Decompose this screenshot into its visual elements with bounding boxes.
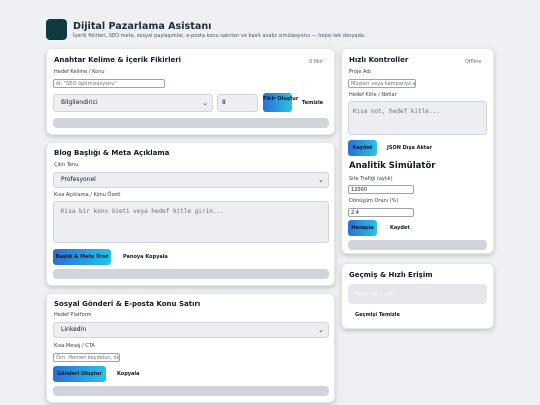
app-logo [46,19,67,40]
keyword-ideas-card: Anahtar Kelime & İçerik Fikirleri 0 fiki… [46,48,335,135]
goal-select[interactable]: Bilgilendirici ⌄ [53,94,213,112]
notes-textarea[interactable]: Kısa not, hedef kitle... [348,101,487,135]
chevron-down-icon: ⌄ [318,326,324,334]
copy-post-button[interactable]: Kopyala [117,371,140,377]
blog-meta-card: Blog Başlığı & Meta Açıklama Çıktı Tonu … [46,142,335,286]
social-output [53,386,329,396]
analytics-output [348,240,487,250]
clear-ideas-button[interactable]: Temizle [302,100,323,106]
topic-label: Hedef Kelime / Konu [54,69,105,75]
save-project-button[interactable]: Kaydet [348,140,377,156]
project-name-input[interactable]: Müşteri veya kampanya a [348,79,416,88]
history-empty-text: Henüz kayıt yok [353,291,394,297]
cta-input[interactable]: Örn. Hemen kaydolun, ilk [53,353,120,362]
clear-history-button[interactable]: Geçmişi Temizle [355,312,400,318]
cta-label: Kısa Mesaj / CTA [54,343,95,349]
copy-to-clipboard-button[interactable]: Panoya Kopyala [123,254,168,260]
platform-label: Hedef Platform [54,312,92,318]
blog-output [53,269,329,279]
chevron-down-icon: ⌄ [318,176,324,184]
generate-post-button[interactable]: Gönderi Oluştur [53,366,106,382]
platform-select[interactable]: LinkedIn ⌄ [53,322,329,338]
history-card: Geçmiş & Hızlı Erişim Henüz kayıt yok Ge… [341,263,494,329]
notes-label: Hedef Kitle / Notlar [349,92,397,98]
idea-number-input[interactable]: 8 [217,94,258,112]
calculate-button[interactable]: Hesapla [348,220,377,236]
tone-label: Çıktı Tonu [54,162,79,168]
tone-select-value: Profesyonel [61,176,96,183]
history-list: Henüz kayıt yok [348,284,487,304]
conversion-label: Dönüşüm Oranı (%) [349,198,399,204]
generate-ideas-button[interactable]: Fikir Oluştur [263,93,298,112]
topic-input[interactable]: ör. "SEO optimizasyonu" [53,79,165,88]
page-subtitle: İçerik fikirleri, SEO meta, sosyal payla… [73,33,366,39]
conversion-input[interactable]: 2.4 [348,208,414,217]
page-title: Dijital Pazarlama Asistanı [73,21,212,32]
summary-label: Kısa Açıklama / Konu Özeti [54,192,121,198]
chevron-down-icon: ⌄ [202,99,208,107]
controls-card-title: Hızlı Kontroller [349,56,409,64]
traffic-label: Site Trafiği (aylık) [349,176,393,182]
project-label: Proje Adı [349,69,371,75]
blog-card-title: Blog Başlığı & Meta Açıklama [54,149,170,157]
save-analytics-button[interactable]: Kaydet [390,225,410,231]
social-card-title: Sosyal Gönderi & E-posta Konu Satırı [54,300,201,308]
quick-controls-card: Hızlı Kontroller Offline Proje Adı Müşte… [341,48,494,254]
keyword-card-title: Anahtar Kelime & İçerik Fikirleri [54,56,182,64]
idea-count: 0 fikir [309,59,324,65]
traffic-input[interactable]: 12000 [348,185,414,194]
ideas-output [53,118,329,128]
summary-textarea[interactable]: Kısa bir konu özeti veya hedef kitle gir… [53,201,329,243]
tone-select[interactable]: Profesyonel ⌄ [53,172,329,188]
status-badge: Offline [465,59,482,65]
platform-select-value: LinkedIn [61,326,87,333]
goal-select-value: Bilgilendirici [61,99,98,106]
history-card-title: Geçmiş & Hızlı Erişim [349,271,433,279]
generate-blog-meta-button[interactable]: Başlık & Meta Üret [53,249,111,265]
analytics-title: Analitik Simülatör [349,161,436,171]
export-json-button[interactable]: JSON Dışa Aktar [387,145,432,151]
social-email-card: Sosyal Gönderi & E-posta Konu Satırı Hed… [46,293,335,403]
